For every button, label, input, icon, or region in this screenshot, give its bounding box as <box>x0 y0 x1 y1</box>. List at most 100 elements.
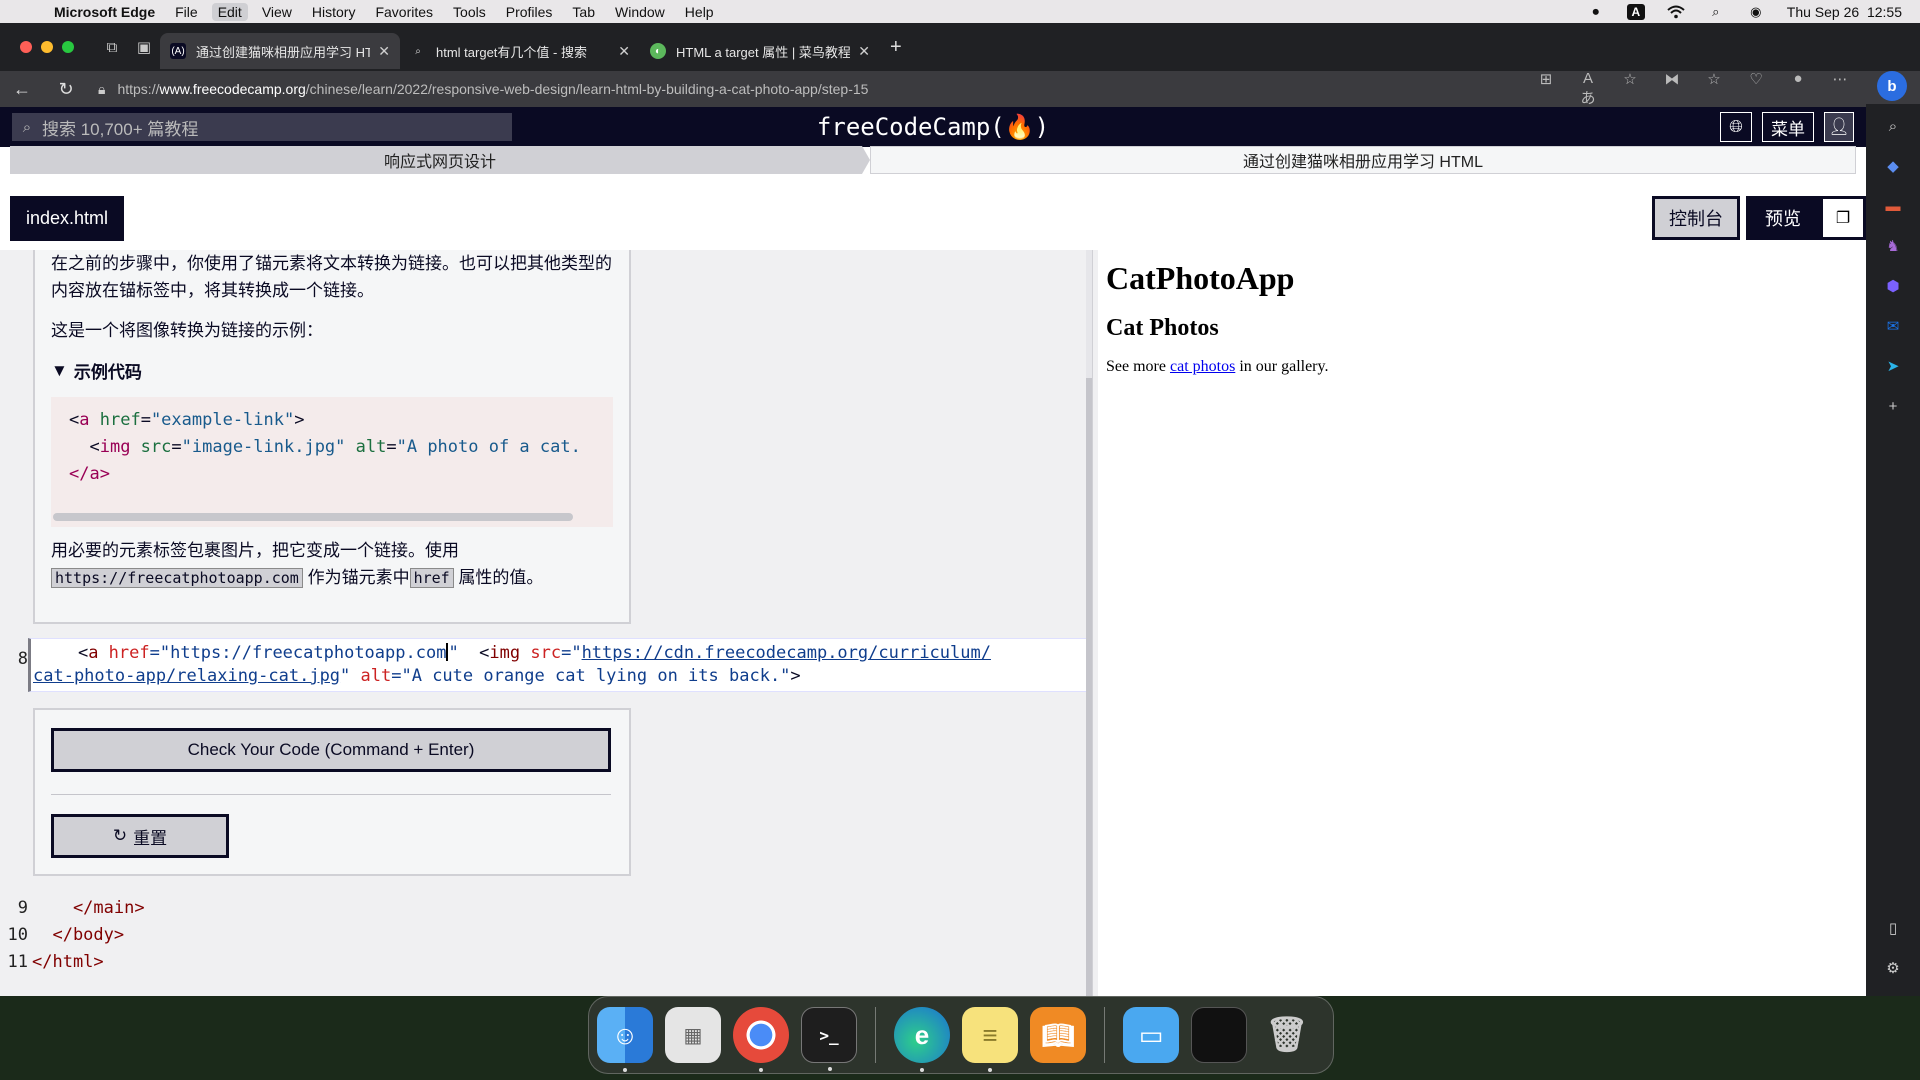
tab-bing-search[interactable]: ⌕ html target有几个值 - 搜索 ✕ <box>400 33 640 69</box>
profile-icon[interactable]: ● <box>1788 70 1808 108</box>
stickies-icon[interactable]: ≡ <box>962 1007 1018 1072</box>
close-tab-icon[interactable]: ✕ <box>378 43 390 60</box>
line-number: 9 <box>17 898 28 918</box>
code-line-8b: cat-photo-app/relaxing-cat.jpg" alt="A c… <box>33 666 801 686</box>
menu-tab[interactable]: Tab <box>572 4 595 20</box>
spotlight-icon[interactable]: ⌕ <box>1707 4 1725 19</box>
search-icon[interactable]: ⌕ <box>1883 116 1903 136</box>
language-globe-button[interactable]: 🌐︎ <box>1720 112 1752 142</box>
example-code-summary[interactable]: ▼ 示例代码 <box>51 358 613 383</box>
menu-edit[interactable]: Edit <box>211 2 248 21</box>
launchpad-icon[interactable]: ▦ <box>665 1007 721 1063</box>
extensions-icon[interactable]: ⧓ <box>1662 70 1682 108</box>
toolbox-icon[interactable]: ▬ <box>1883 196 1903 216</box>
outlook-icon[interactable]: ✉ <box>1883 316 1903 336</box>
console-button[interactable]: 控制台 <box>1652 196 1740 240</box>
search-input[interactable]: ⌕ 搜索 10,700+ 篇教程 <box>12 113 512 141</box>
avatar[interactable]: 👤︎ <box>1824 112 1854 142</box>
preview-button[interactable]: 预览 <box>1746 196 1820 240</box>
check-code-button[interactable]: Check Your Code (Command + Enter) <box>51 728 611 772</box>
more-options-icon[interactable]: ⋯ <box>1830 70 1850 108</box>
browser-essentials-icon[interactable]: ♡ <box>1746 70 1766 108</box>
line-number: 8 <box>17 649 28 669</box>
reset-button[interactable]: ↻ 重置 <box>51 814 229 858</box>
zoom-window-button[interactable] <box>62 41 74 53</box>
record-icon[interactable]: ⏺ <box>1587 4 1605 19</box>
address-bar[interactable]: 🔒︎ https://www.freecodecamp.org/chinese/… <box>98 81 1536 98</box>
add-icon[interactable]: + <box>1883 396 1903 416</box>
fcc-logo[interactable]: freeCodeCamp(🔥) <box>817 113 1049 141</box>
cat-photos-link[interactable]: cat photos <box>1170 358 1235 375</box>
summary-label: 示例代码 <box>73 363 142 382</box>
close-tab-icon[interactable]: ✕ <box>618 43 630 60</box>
workspaces-icon[interactable]: ⧉ <box>96 39 128 56</box>
tab-title: HTML a target 属性 | 菜鸟教程 <box>676 44 851 60</box>
code-line-10: </body> <box>32 925 125 945</box>
copilot-icon[interactable]: b <box>1877 71 1907 101</box>
menu-view[interactable]: View <box>262 4 292 20</box>
code-editor-pane[interactable]: 在之前的步骤中，你使用了锚元素将文本转换为链接。也可以把其他类型的内容放在锚标签… <box>0 250 1092 996</box>
preview-toggle: 预览 ❐ <box>1746 196 1866 240</box>
input-source-icon[interactable]: A <box>1626 3 1645 20</box>
search-placeholder: 搜索 10,700+ 篇教程 <box>42 119 199 139</box>
games-icon[interactable]: ♞ <box>1883 236 1903 256</box>
runoob-icon: ◐ <box>650 43 666 59</box>
search-icon: ⌕ <box>22 118 32 136</box>
lock-icon[interactable]: 🔒︎ <box>98 81 105 98</box>
tab-actions-icon[interactable]: ▣ <box>128 38 160 56</box>
breadcrumb: 响应式网页设计 通过创建猫咪相册应用学习 HTML <box>10 146 1856 174</box>
line-number: 10 <box>7 925 28 945</box>
books-icon[interactable]: 📖︎ <box>1030 1007 1086 1063</box>
sidebar-toggle-icon[interactable]: ▯ <box>1883 918 1903 938</box>
microsoft-365-icon[interactable]: ⬢ <box>1883 276 1903 296</box>
close-tab-icon[interactable]: ✕ <box>858 43 870 60</box>
fcc-favicon-icon: (A) <box>170 43 186 59</box>
file-tab-index-html[interactable]: index.html <box>10 196 125 241</box>
menu-file[interactable]: File <box>175 4 198 20</box>
macos-dock: ☺ ▦ >_ e ≡ 📖︎ ▭ 🗑︎ <box>588 996 1334 1074</box>
shopping-tag-icon[interactable]: ◆ <box>1883 156 1903 176</box>
close-window-button[interactable] <box>20 41 32 53</box>
editor-active-line[interactable]: <a href="https://freecatphotoapp.com " <i… <box>28 638 1090 692</box>
favorite-star-icon[interactable]: ☆ <box>1620 70 1640 108</box>
settings-gear-icon[interactable]: ⚙ <box>1883 958 1903 978</box>
menu-app-name[interactable]: Microsoft Edge <box>54 4 155 20</box>
edge-icon[interactable]: e <box>894 1007 950 1072</box>
menu-tools[interactable]: Tools <box>453 4 486 20</box>
drop-icon[interactable]: ➤ <box>1883 356 1903 376</box>
menu-profiles[interactable]: Profiles <box>506 4 553 20</box>
code-line-11: </html> <box>32 952 104 972</box>
status-area: ⏺ A ⌕ ◉ Thu Sep 26 12:55 <box>1587 3 1902 20</box>
macos-menubar: Microsoft Edge File Edit View History Fa… <box>0 0 1920 23</box>
menu-window[interactable]: Window <box>615 4 665 20</box>
code-scrollbar[interactable] <box>53 513 573 521</box>
breadcrumb-block[interactable]: 通过创建猫咪相册应用学习 HTML <box>870 146 1856 174</box>
preview-paragraph: See more cat photos in our gallery. <box>1106 358 1329 375</box>
finder-icon[interactable]: ☺ <box>597 1007 653 1072</box>
chrome-icon[interactable] <box>733 1007 789 1072</box>
refresh-icon[interactable]: ↻ <box>44 79 88 100</box>
clock[interactable]: Thu Sep 26 12:55 <box>1787 4 1902 20</box>
tab-freecodecamp[interactable]: (A) 通过创建猫咪相册应用学习 HTML ✕ <box>160 33 400 69</box>
minimize-window-button[interactable] <box>41 41 53 53</box>
instruction-paragraph: 在之前的步骤中，你使用了锚元素将文本转换为链接。也可以把其他类型的内容放在锚标签… <box>51 254 612 300</box>
folder-icon[interactable]: ▭ <box>1123 1007 1179 1063</box>
menu-favorites[interactable]: Favorites <box>375 4 433 20</box>
menu-button[interactable]: 菜单 <box>1762 112 1814 142</box>
terminal-icon[interactable]: >_ <box>801 1007 857 1071</box>
breadcrumb-superblock[interactable]: 响应式网页设计 <box>10 146 870 174</box>
back-icon[interactable]: ← <box>0 79 44 100</box>
trash-icon[interactable]: 🗑︎ <box>1259 1007 1315 1063</box>
favorites-icon[interactable]: ☆ <box>1704 70 1724 108</box>
menu-help[interactable]: Help <box>685 4 714 20</box>
read-aloud-icon[interactable]: Aあ <box>1578 70 1598 108</box>
tab-runoob[interactable]: ◐ HTML a target 属性 | 菜鸟教程 ✕ <box>640 33 880 69</box>
dock-separator <box>1104 1007 1105 1063</box>
menu-history[interactable]: History <box>312 4 356 20</box>
app-available-icon[interactable]: ⊞ <box>1536 70 1556 108</box>
new-tab-button[interactable]: + <box>890 36 902 59</box>
preview-popout-icon[interactable]: ❐ <box>1820 196 1866 240</box>
chrome-window-icon[interactable] <box>1191 1007 1247 1063</box>
control-center-icon[interactable]: ◉ <box>1747 4 1765 19</box>
wifi-icon[interactable] <box>1667 5 1685 19</box>
